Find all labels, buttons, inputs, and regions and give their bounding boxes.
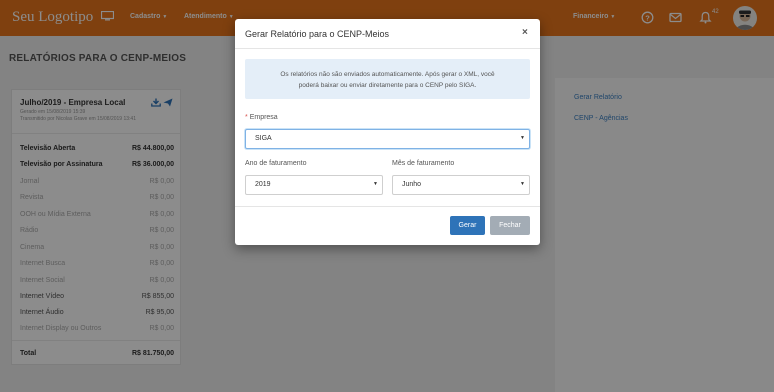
mes-select[interactable]: Junho ▼ [392,175,530,195]
ano-select-value: 2019 [255,181,271,188]
caret-down-icon: ▼ [520,135,525,141]
gerar-button[interactable]: Gerar [450,216,485,235]
caret-down-icon: ▼ [373,181,378,187]
ano-label: Ano de faturamento [245,160,307,167]
required-mark: * [245,114,248,121]
empresa-label: * Empresa [245,114,278,121]
generate-report-modal: Gerar Relatório para o CENP-Meios × Os r… [235,19,540,245]
info-text-line-1: Os relatórios não são enviados automatic… [280,71,495,78]
modal-footer-divider [235,206,540,207]
info-text-line-2: poderá baixar ou enviar diretamente para… [298,82,477,89]
ano-select[interactable]: 2019 ▼ [245,175,383,195]
mes-select-value: Junho [402,181,422,188]
modal-title: Gerar Relatório para o CENP-Meios [245,29,390,39]
modal-header-divider [235,48,540,49]
caret-down-icon: ▼ [520,181,525,187]
empresa-select[interactable]: SIGA ▼ [245,129,530,149]
empresa-label-text: Empresa [249,114,278,121]
empresa-select-value: SIGA [255,135,272,142]
close-icon[interactable]: × [522,27,528,38]
fechar-button[interactable]: Fechar [490,216,530,235]
info-alert: Os relatórios não são enviados automatic… [245,59,530,99]
mes-label: Mês de faturamento [392,160,455,167]
